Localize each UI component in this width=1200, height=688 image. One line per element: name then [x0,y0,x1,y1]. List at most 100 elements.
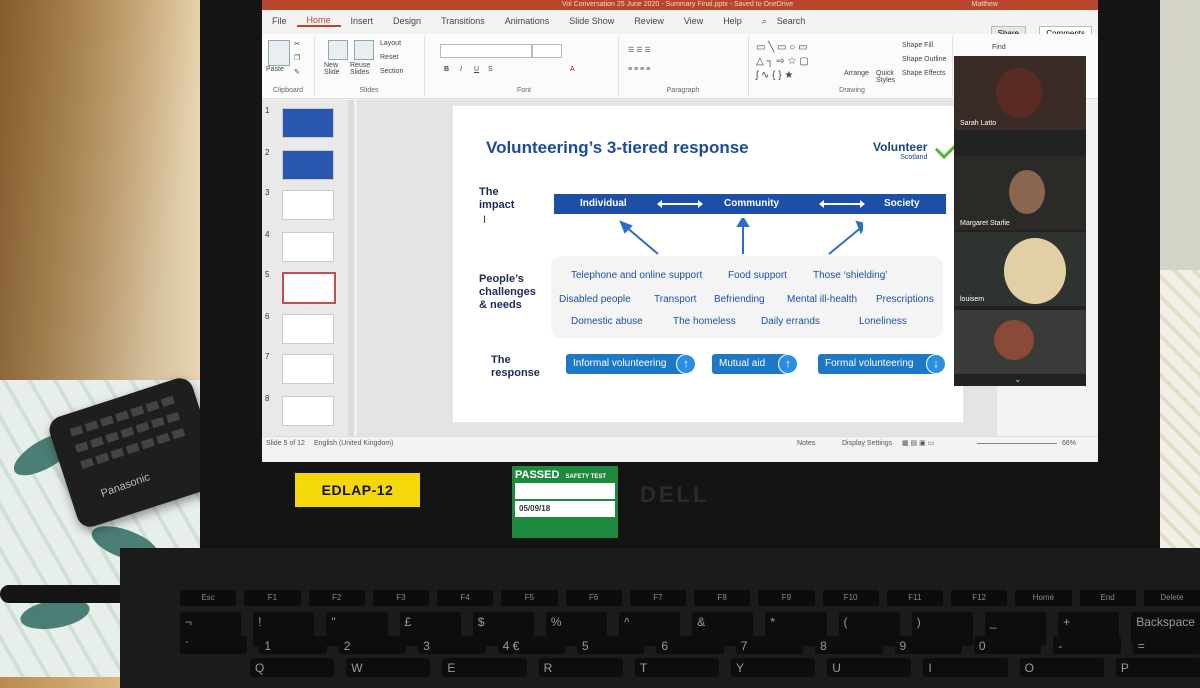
key[interactable]: F6 [565,590,622,606]
key[interactable]: 4 € [497,636,565,654]
response-formal[interactable]: Formal volunteering ↓ [818,354,946,374]
key[interactable]: O [1019,658,1104,677]
copy-icon[interactable]: ❐ [294,54,300,62]
font-color-icon[interactable]: A [570,66,575,73]
key[interactable]: U [827,658,912,677]
notes-button[interactable]: Notes [797,437,815,451]
reset-button[interactable]: Reset [380,54,398,61]
shape-outline-button[interactable]: Shape Outline [902,56,946,63]
slide-thumb[interactable] [282,150,334,180]
key[interactable]: R [538,658,623,677]
arrange-button[interactable]: Arrange [844,70,869,77]
key[interactable]: F5 [501,590,558,606]
thumbnail-scrollbar[interactable] [348,100,354,436]
slide-thumb-selected[interactable] [282,272,336,304]
key[interactable]: F10 [822,590,879,606]
participant-tile[interactable]: louisem [954,232,1086,306]
key[interactable]: 9 [894,636,962,654]
key[interactable]: Delete [1143,590,1200,606]
slide-thumb[interactable] [282,314,334,344]
key[interactable]: 0 [973,636,1042,654]
key[interactable]: I [923,658,1008,677]
tab-animations[interactable]: Animations [495,16,560,26]
key[interactable]: Esc [180,590,237,606]
search-icon[interactable]: ⌕ [752,16,777,27]
key[interactable]: - [1053,636,1121,654]
slide-thumb[interactable] [282,232,334,262]
key[interactable]: 1 [259,636,327,654]
slide-title[interactable]: Volunteering’s 3-tiered response [486,138,749,158]
needs-box[interactable]: Telephone and online support Food suppor… [551,256,943,338]
response-mutual-aid[interactable]: Mutual aid ↑ [712,354,798,374]
zoom-slider[interactable] [977,443,1057,444]
search-box[interactable]: Search [777,16,816,26]
slide-thumb[interactable] [282,354,334,384]
tab-design[interactable]: Design [383,16,431,26]
key[interactable]: F9 [758,590,815,606]
shape-fill-button[interactable]: Shape Fill [902,42,933,49]
key[interactable]: T [634,658,720,677]
underline-button[interactable]: U [474,66,479,73]
key[interactable]: F2 [308,590,365,606]
key[interactable]: End [1079,590,1136,606]
slide-thumb[interactable] [282,190,334,220]
key[interactable]: 5 [576,636,645,654]
key[interactable]: F3 [372,590,429,606]
layout-button[interactable]: Layout [380,40,401,47]
tab-help[interactable]: Help [713,16,752,26]
key[interactable]: F7 [629,590,686,606]
reuse-slides-label[interactable]: Reuse Slides [350,62,376,76]
key[interactable]: = [1132,636,1200,654]
align-icon[interactable]: ≡ ≡ ≡ ≡ [628,66,650,73]
tab-view[interactable]: View [674,16,713,26]
response-informal[interactable]: Informal volunteering ↑ [566,354,696,374]
zoom-level[interactable]: 66% [1062,437,1076,451]
impact-tier-bar[interactable]: Individual Community Society [554,194,946,214]
tab-home[interactable]: Home [296,15,341,27]
key[interactable]: F1 [244,590,301,606]
chevron-down-icon[interactable]: ⌄ [1014,374,1022,385]
section-button[interactable]: Section [380,68,403,75]
paste-icon[interactable] [268,40,290,66]
reuse-slides-icon[interactable] [354,40,374,60]
key[interactable]: 2 [338,636,407,654]
strikethrough-button[interactable]: S [488,66,493,73]
tab-transitions[interactable]: Transitions [431,16,495,26]
language[interactable]: English (United Kingdom) [314,437,393,451]
shapes-gallery-icon[interactable]: ʃ ∿ { } ★ [756,70,793,81]
quick-styles-button[interactable]: Quick Styles [876,70,900,84]
key[interactable]: F8 [694,590,751,606]
find-button[interactable]: Find [992,44,1006,51]
key[interactable]: F11 [886,590,943,606]
tab-insert[interactable]: Insert [341,16,384,26]
participant-tile[interactable]: Margaret Starlie [954,156,1086,230]
bullets-icon[interactable]: ☰ ☰ ☰ [628,46,651,54]
new-slide-icon[interactable] [328,40,348,60]
key[interactable]: P [1115,658,1200,677]
tab-review[interactable]: Review [624,16,674,26]
tab-file[interactable]: File [262,16,297,26]
view-buttons-icon[interactable]: ▦ ▤ ▣ ▭ [902,437,934,451]
key[interactable]: Q [250,658,335,677]
tab-slide-show[interactable]: Slide Show [559,16,624,26]
font-name-box[interactable] [440,44,532,58]
key[interactable]: E [442,658,527,677]
new-slide-label[interactable]: New Slide [324,62,350,76]
slide-thumb[interactable] [282,108,334,138]
shapes-gallery-icon[interactable]: ▭ ╲ ▭ ○ ▭ [756,42,808,53]
shapes-gallery-icon[interactable]: △ ┐ ⇨ ☆ ▢ [756,56,809,67]
key[interactable]: W [346,658,431,677]
key[interactable]: 7 [735,636,804,654]
font-size-box[interactable] [532,44,562,58]
display-settings-button[interactable]: Display Settings [842,437,892,451]
cut-icon[interactable]: ✂ [294,40,300,48]
key[interactable]: 8 [815,636,883,654]
shape-effects-button[interactable]: Shape Effects [902,70,945,77]
format-painter-icon[interactable]: ✎ [294,68,300,76]
slide-thumb[interactable] [282,396,334,426]
italic-button[interactable]: I [460,66,462,73]
key[interactable]: ` [180,636,248,654]
bold-button[interactable]: B [444,66,449,73]
participant-tile[interactable] [954,310,1086,374]
participant-tile[interactable]: Sarah Latto [954,56,1086,130]
